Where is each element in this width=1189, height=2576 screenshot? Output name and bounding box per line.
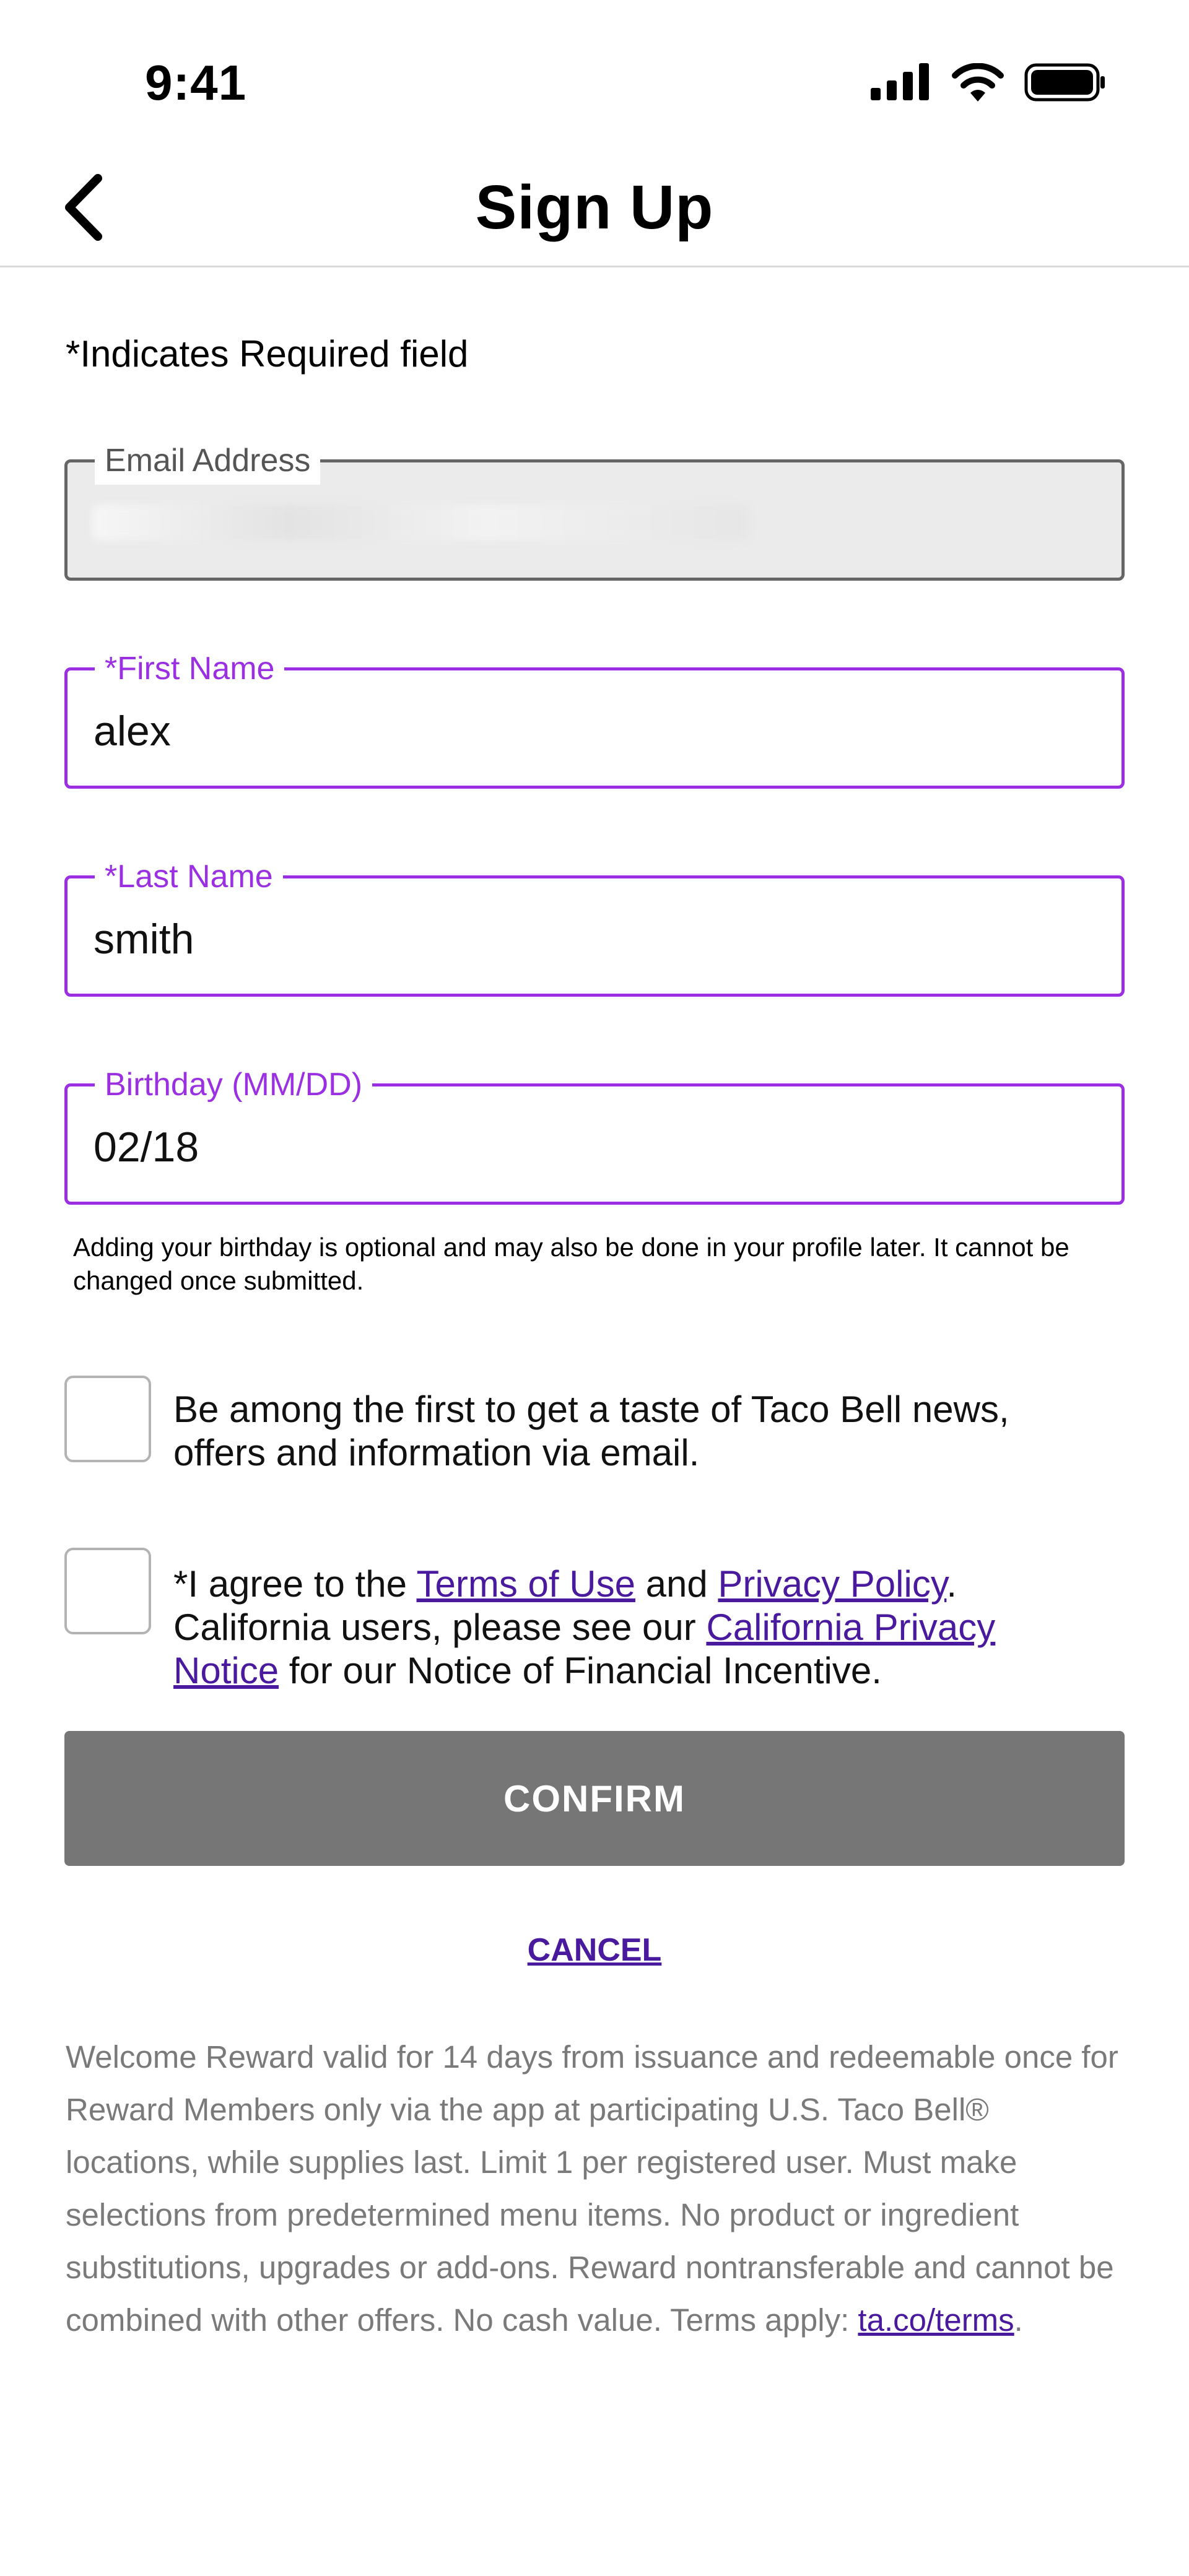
terms-link[interactable]: ta.co/terms [858,2302,1014,2338]
first-name-label: *First Name [95,644,285,693]
birthday-field[interactable]: Birthday (MM/DD) 02/18 [64,1060,1125,1205]
required-note: *Indicates Required field [66,333,469,375]
first-name-input[interactable]: alex [94,706,1084,756]
news-optin-text: Be among the first to get a taste of Tac… [173,1389,1009,1473]
disclaimer-text: Welcome Reward valid for 14 days from is… [66,2039,1118,2338]
disclaimer-end: . [1014,2302,1023,2338]
status-icons [871,63,1106,106]
reward-disclaimer: Welcome Reward valid for 14 days from is… [66,2031,1131,2346]
birthday-input[interactable]: 02/18 [94,1122,1084,1172]
status-bar: 9:41 [0,0,1189,149]
birthday-label: Birthday (MM/DD) [95,1060,373,1109]
birthday-helper-text: Adding your birthday is optional and may… [73,1233,1069,1295]
cancel-link[interactable]: CANCEL [0,1932,1189,1969]
page-title: Sign Up [475,173,714,242]
agree-and: and [635,1563,718,1605]
nav-bar: Sign Up [0,149,1189,267]
signal-icon [871,63,929,100]
wifi-icon [952,63,1004,102]
privacy-policy-link[interactable]: Privacy Policy [718,1563,946,1605]
agree-suffix: for our Notice of Financial Incentive. [279,1650,882,1691]
last-name-input[interactable]: smith [94,914,1084,964]
email-field[interactable]: Email Address [64,436,1125,581]
status-time: 9:41 [145,55,247,110]
battery-icon [1024,63,1105,102]
agree-text: *I agree to the Terms of Use and Privacy… [173,1563,1102,1693]
terms-of-use-link[interactable]: Terms of Use [417,1563,635,1605]
first-name-field[interactable]: *First Name alex [64,644,1125,789]
last-name-field[interactable]: *Last Name smith [64,852,1125,997]
last-name-label: *Last Name [95,852,283,901]
email-label: Email Address [95,436,321,485]
news-optin-checkbox[interactable] [64,1376,151,1462]
confirm-button[interactable]: CONFIRM [64,1731,1125,1866]
agree-prefix: *I agree to the [173,1563,417,1605]
email-redacted-value [92,505,749,540]
agree-checkbox[interactable] [64,1548,151,1634]
